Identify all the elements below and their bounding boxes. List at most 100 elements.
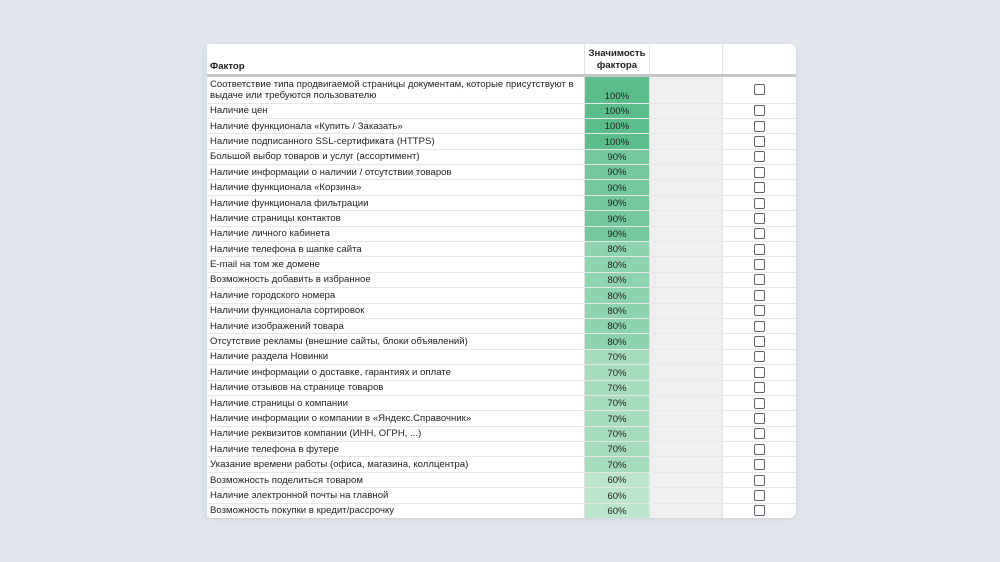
checkbox[interactable] xyxy=(754,305,766,317)
empty-cell[interactable] xyxy=(649,164,724,181)
factor-cell[interactable]: Наличие функционала «Купить / Заказать» xyxy=(207,118,586,135)
checkbox[interactable] xyxy=(754,412,766,424)
factor-cell[interactable]: Наличие цен xyxy=(207,103,586,119)
factor-cell[interactable]: Наличие личного кабинета xyxy=(207,226,586,243)
checkbox[interactable] xyxy=(754,182,766,194)
checkbox-cell[interactable] xyxy=(722,410,796,427)
factor-cell[interactable]: Наличие реквизитов компании (ИНН, ОГРН, … xyxy=(207,426,586,443)
empty-cell[interactable] xyxy=(649,441,724,458)
checkbox-column-header[interactable] xyxy=(722,44,796,77)
factor-cell[interactable]: E-mail на том же домене xyxy=(207,256,586,273)
importance-cell[interactable]: 80% xyxy=(584,318,650,335)
factor-cell[interactable]: Наличие информации о компании в «Яндекс.… xyxy=(207,410,586,427)
checkbox-cell[interactable] xyxy=(722,226,796,243)
empty-cell[interactable] xyxy=(649,318,724,335)
checkbox[interactable] xyxy=(754,83,766,95)
factor-cell[interactable]: Наличие функционала фильтрации xyxy=(207,195,586,212)
checkbox-cell[interactable] xyxy=(722,75,796,104)
checkbox[interactable] xyxy=(754,105,766,117)
factor-column-header[interactable]: Фактор xyxy=(207,44,586,77)
importance-cell[interactable]: 80% xyxy=(584,287,650,304)
checkbox[interactable] xyxy=(754,197,766,209)
importance-cell[interactable]: 80% xyxy=(584,272,650,289)
empty-cell[interactable] xyxy=(649,349,724,366)
checkbox-cell[interactable] xyxy=(722,333,796,350)
checkbox[interactable] xyxy=(754,428,766,440)
factor-cell[interactable]: Наличие раздела Новинки xyxy=(207,349,586,366)
empty-cell[interactable] xyxy=(649,333,724,350)
empty-cell[interactable] xyxy=(649,272,724,289)
factor-cell[interactable]: Наличие электронной почты на главной xyxy=(207,487,586,504)
factor-cell[interactable]: Наличие подписанного SSL-сертификата (HT… xyxy=(207,133,586,150)
checkbox-cell[interactable] xyxy=(722,503,796,518)
checkbox[interactable] xyxy=(754,259,766,271)
checkbox[interactable] xyxy=(754,320,766,332)
importance-cell[interactable]: 70% xyxy=(584,364,650,381)
factor-cell[interactable]: Наличие страницы о компании xyxy=(207,395,586,412)
empty-cell[interactable] xyxy=(649,395,724,412)
checkbox[interactable] xyxy=(754,228,766,240)
factor-cell[interactable]: Большой выбор товаров и услуг (ассортиме… xyxy=(207,149,586,166)
checkbox-cell[interactable] xyxy=(722,303,796,319)
checkbox[interactable] xyxy=(754,366,766,378)
importance-cell[interactable]: 70% xyxy=(584,456,650,473)
checkbox-cell[interactable] xyxy=(722,133,796,150)
importance-cell[interactable]: 70% xyxy=(584,395,650,412)
checkbox[interactable] xyxy=(754,382,766,394)
factor-cell[interactable]: Отсутствие рекламы (внешние сайты, блоки… xyxy=(207,333,586,350)
importance-cell[interactable]: 100% xyxy=(584,118,650,135)
checkbox[interactable] xyxy=(754,289,766,301)
checkbox-cell[interactable] xyxy=(722,287,796,304)
checkbox-cell[interactable] xyxy=(722,210,796,227)
importance-cell[interactable]: 80% xyxy=(584,241,650,258)
checkbox[interactable] xyxy=(754,505,766,517)
importance-cell[interactable]: 100% xyxy=(584,75,650,104)
importance-cell[interactable]: 70% xyxy=(584,426,650,443)
checkbox-cell[interactable] xyxy=(722,380,796,396)
empty-cell[interactable] xyxy=(649,241,724,258)
factor-cell[interactable]: Наличие информации о доставке, гарантиях… xyxy=(207,364,586,381)
empty-cell[interactable] xyxy=(649,472,724,489)
empty-cell[interactable] xyxy=(649,287,724,304)
factor-cell[interactable]: Наличие страницы контактов xyxy=(207,210,586,227)
checkbox-cell[interactable] xyxy=(722,318,796,335)
factor-cell[interactable]: Соответствие типа продвигаемой страницы … xyxy=(207,75,586,104)
checkbox[interactable] xyxy=(754,397,766,409)
checkbox[interactable] xyxy=(754,443,766,455)
checkbox[interactable] xyxy=(754,489,766,501)
factor-cell[interactable]: Наличии функционала сортировок xyxy=(207,303,586,319)
checkbox-cell[interactable] xyxy=(722,164,796,181)
empty-cell[interactable] xyxy=(649,426,724,443)
factor-cell[interactable]: Наличие отзывов на странице товаров xyxy=(207,380,586,396)
checkbox-cell[interactable] xyxy=(722,487,796,504)
importance-cell[interactable]: 90% xyxy=(584,179,650,196)
checkbox-cell[interactable] xyxy=(722,364,796,381)
empty-cell[interactable] xyxy=(649,195,724,212)
checkbox[interactable] xyxy=(754,120,766,132)
empty-cell[interactable] xyxy=(649,133,724,150)
checkbox-cell[interactable] xyxy=(722,441,796,458)
factor-cell[interactable]: Наличие городского номера xyxy=(207,287,586,304)
importance-column-header[interactable]: Значимость фактора xyxy=(584,44,650,77)
empty-cell[interactable] xyxy=(649,210,724,227)
importance-cell[interactable]: 100% xyxy=(584,133,650,150)
importance-cell[interactable]: 70% xyxy=(584,380,650,396)
importance-cell[interactable]: 80% xyxy=(584,303,650,319)
factor-cell[interactable]: Возможность добавить в избранное xyxy=(207,272,586,289)
empty-cell[interactable] xyxy=(649,410,724,427)
empty-column-header[interactable] xyxy=(649,44,724,77)
checkbox-cell[interactable] xyxy=(722,456,796,473)
empty-cell[interactable] xyxy=(649,456,724,473)
checkbox[interactable] xyxy=(754,351,766,363)
empty-cell[interactable] xyxy=(649,118,724,135)
empty-cell[interactable] xyxy=(649,364,724,381)
factor-cell[interactable]: Наличие изображений товара xyxy=(207,318,586,335)
empty-cell[interactable] xyxy=(649,179,724,196)
checkbox[interactable] xyxy=(754,459,766,471)
factor-cell[interactable]: Наличие телефона в шапке сайта xyxy=(207,241,586,258)
importance-cell[interactable]: 90% xyxy=(584,210,650,227)
importance-cell[interactable]: 70% xyxy=(584,410,650,427)
empty-cell[interactable] xyxy=(649,149,724,166)
checkbox-cell[interactable] xyxy=(722,472,796,489)
importance-cell[interactable]: 60% xyxy=(584,472,650,489)
